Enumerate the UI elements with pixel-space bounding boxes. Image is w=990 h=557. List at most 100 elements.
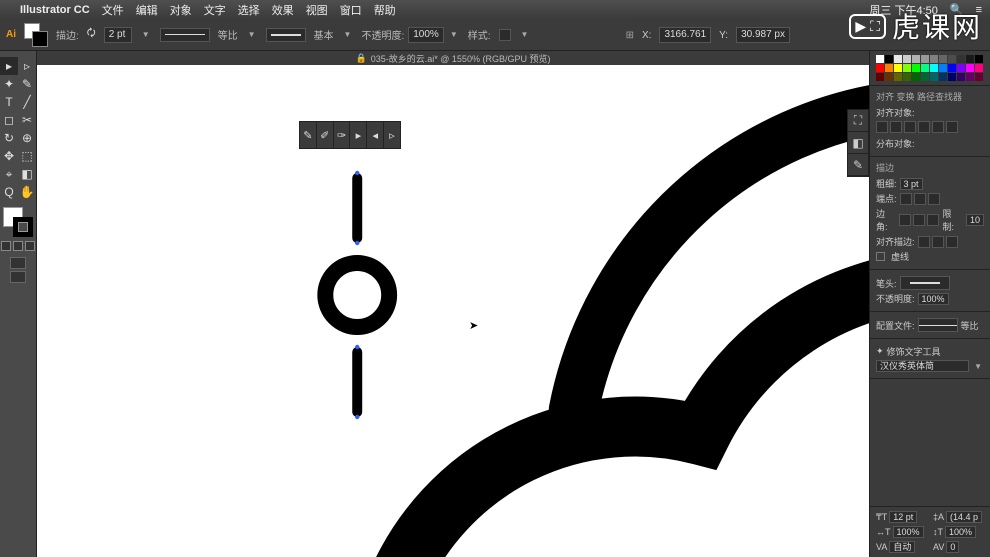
style-swatch[interactable] [499, 29, 511, 41]
cap-butt-icon[interactable] [900, 193, 912, 205]
menu-object[interactable]: 对象 [170, 2, 192, 18]
menu-type[interactable]: 文字 [204, 2, 226, 18]
direct-selection-tool[interactable]: ▹ [18, 57, 36, 75]
cap-round-icon[interactable] [914, 193, 926, 205]
swatch-cell[interactable] [903, 73, 911, 81]
gradient-tool[interactable]: ◧ [18, 165, 36, 183]
corner-round-icon[interactable] [913, 214, 925, 226]
stroke-weight-dropdown-icon[interactable]: ▼ [140, 30, 152, 39]
swatch-cell[interactable] [975, 64, 983, 72]
swatch-cell[interactable] [957, 55, 965, 63]
swatch-cell[interactable] [876, 55, 884, 63]
align-stroke-center-icon[interactable] [918, 236, 930, 248]
swatch-cell[interactable] [903, 55, 911, 63]
style-dropdown-icon[interactable]: ▼ [519, 30, 531, 39]
swatch-cell[interactable] [939, 64, 947, 72]
free-transform-tool[interactable]: ✥ [0, 147, 18, 165]
align-stroke-outside-icon[interactable] [946, 236, 958, 248]
menubar-menu-icon[interactable]: ≡ [976, 4, 982, 16]
font-size-value[interactable]: 12 pt [889, 511, 917, 523]
tool-fill-stroke[interactable] [3, 207, 33, 237]
stroke-weight-input[interactable]: 2 pt [104, 27, 132, 43]
y-value[interactable]: 30.987 px [736, 27, 790, 43]
mini-dock-brushes-icon[interactable]: ✎ [848, 154, 868, 176]
brush-dropdown-icon[interactable]: ▼ [342, 30, 354, 39]
align-top-icon[interactable] [918, 121, 930, 133]
swatch-cell[interactable] [885, 55, 893, 63]
pencil-tool-popup[interactable]: ✎ ✐ ✑ ▸ ◂ ▹ [299, 121, 401, 149]
stroke-weight-stepper[interactable]: 🗘 [87, 26, 96, 43]
swatch-cell[interactable] [921, 73, 929, 81]
swatch-cell[interactable] [894, 55, 902, 63]
swatch-cell[interactable] [885, 73, 893, 81]
swatch-cell[interactable] [894, 64, 902, 72]
cap-square-icon[interactable] [928, 193, 940, 205]
menu-effect[interactable]: 效果 [272, 2, 294, 18]
hscale-value[interactable]: 100% [893, 526, 924, 538]
swatch-cell[interactable] [939, 73, 947, 81]
stroke-profile-preview[interactable] [160, 28, 210, 42]
align-center-icon[interactable] [890, 121, 902, 133]
opacity-input[interactable]: 100% [408, 27, 444, 43]
rectangle-tool[interactable]: ◻ [0, 111, 18, 129]
swatch-cell[interactable] [966, 64, 974, 72]
swatch-cell[interactable] [912, 55, 920, 63]
menu-help[interactable]: 帮助 [374, 2, 396, 18]
vscale-value[interactable]: 100% [945, 526, 976, 538]
swatch-cell[interactable] [921, 64, 929, 72]
swatch-cell[interactable] [885, 64, 893, 72]
transform-header[interactable]: 对齐 变换 路径查找器 [876, 90, 984, 103]
corner-bevel-icon[interactable] [927, 214, 939, 226]
swatch-cell[interactable] [957, 64, 965, 72]
line-tool[interactable]: ╱ [18, 93, 36, 111]
kerning-value[interactable]: 0 [946, 541, 959, 553]
panel-opacity-value[interactable]: 100% [918, 293, 949, 305]
stroke-swatch[interactable] [32, 31, 48, 47]
type-tool[interactable]: T [0, 93, 18, 111]
canvas[interactable]: 🔒 035-故乡的云.ai* @ 1550% (RGB/GPU 预览) ✎ ✐ … [36, 51, 870, 557]
corner-miter-icon[interactable] [899, 214, 911, 226]
hand-tool[interactable]: ✋ [18, 183, 36, 201]
menu-view[interactable]: 视图 [306, 2, 328, 18]
leading-value[interactable]: (14.4 p [946, 511, 982, 523]
tracking-value[interactable]: 自动 [889, 541, 915, 553]
x-value[interactable]: 3166.761 [659, 27, 711, 43]
arrow-both-icon[interactable]: ◂ [367, 122, 384, 148]
font-family-select[interactable]: 汉仪秀英体简 [876, 360, 969, 372]
align-mid-icon[interactable] [932, 121, 944, 133]
arrow-right-icon[interactable]: ▹ [384, 122, 400, 148]
swatch-cell[interactable] [957, 73, 965, 81]
color-mode-gradient[interactable] [13, 241, 23, 251]
smooth-icon[interactable]: ✐ [317, 122, 334, 148]
swatch-cell[interactable] [948, 73, 956, 81]
swatch-cell[interactable] [912, 73, 920, 81]
align-bottom-icon[interactable] [946, 121, 958, 133]
brush-preview[interactable] [266, 28, 306, 42]
swatch-cell[interactable] [939, 55, 947, 63]
path-eraser-icon[interactable]: ✑ [334, 122, 351, 148]
screen-mode-normal[interactable] [10, 257, 26, 269]
arrow-left-icon[interactable]: ▸ [350, 122, 367, 148]
swatch-cell[interactable] [975, 55, 983, 63]
swatch-cell[interactable] [930, 64, 938, 72]
swatch-cell[interactable] [921, 55, 929, 63]
swatch-cell[interactable] [912, 64, 920, 72]
tool-stroke-swatch[interactable] [13, 217, 33, 237]
rotate-tool[interactable]: ↻ [0, 129, 18, 147]
swatch-cell[interactable] [975, 73, 983, 81]
menu-file[interactable]: 文件 [102, 2, 124, 18]
opacity-dropdown-icon[interactable]: ▼ [448, 30, 460, 39]
swatch-cell[interactable] [876, 73, 884, 81]
swatch-cell[interactable] [948, 55, 956, 63]
swatch-cell[interactable] [930, 55, 938, 63]
dashed-checkbox[interactable] [876, 252, 885, 261]
eyedropper-tool[interactable]: ⌖ [0, 165, 18, 183]
swatch-cell[interactable] [930, 73, 938, 81]
mini-dock-layers-icon[interactable]: ◧ [848, 132, 868, 154]
align-left-icon[interactable] [876, 121, 888, 133]
swatch-cell[interactable] [894, 73, 902, 81]
shape-builder-tool[interactable]: ⬚ [18, 147, 36, 165]
spotlight-icon[interactable]: 🔍 [950, 3, 964, 16]
align-right-icon[interactable] [904, 121, 916, 133]
limit-value[interactable]: 10 [966, 214, 984, 226]
